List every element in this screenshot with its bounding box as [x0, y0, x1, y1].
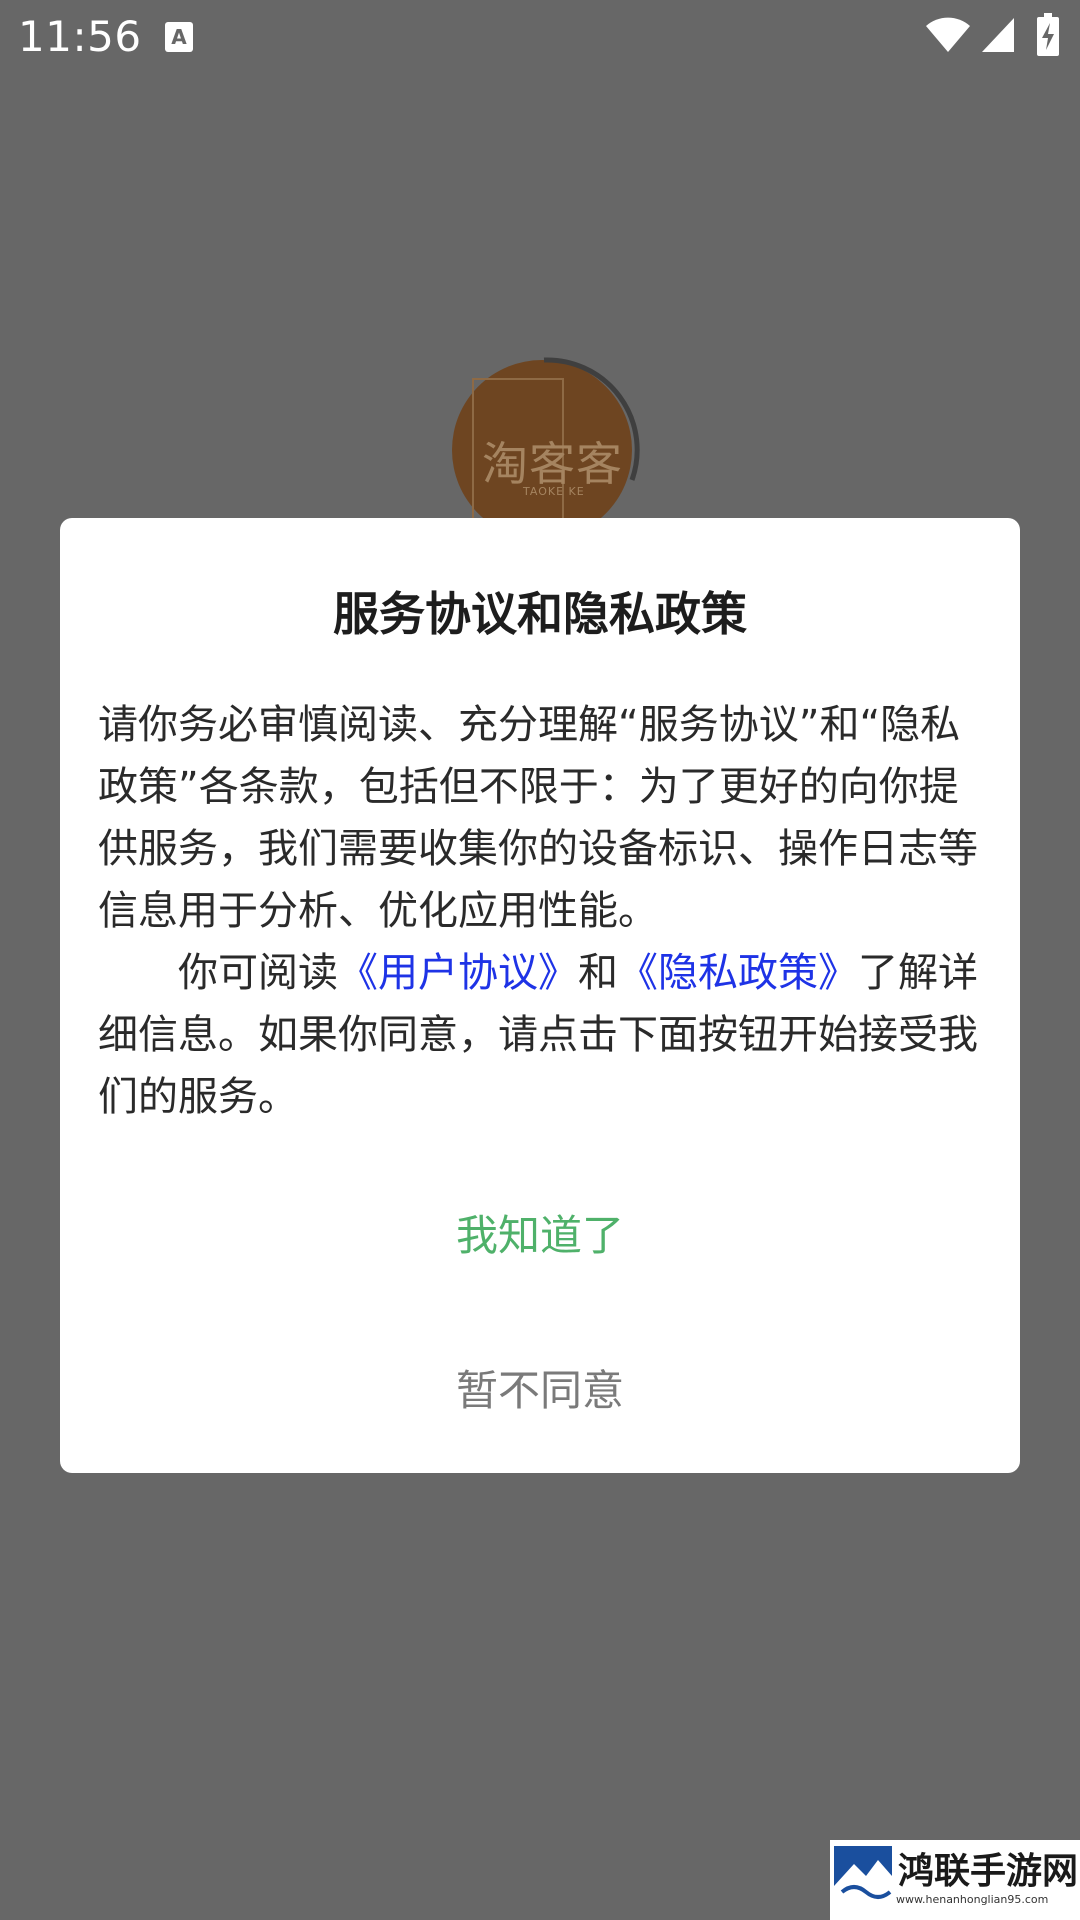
- paragraph-2-conjunction: 和: [578, 950, 618, 996]
- acknowledge-button[interactable]: 我知道了: [60, 1188, 1020, 1284]
- notification-glyph: A: [171, 25, 187, 49]
- cell-signal-icon: [982, 18, 1014, 52]
- dialog-body: 请你务必审慎阅读、充分理解“服务协议”和“隐私政策”各条款，包括但不限于：为了更…: [98, 694, 988, 1128]
- wifi-icon: [926, 17, 970, 52]
- paragraph-2-prefix: 你可阅读: [178, 950, 338, 996]
- logo-subtext: TAOKE KE: [523, 485, 585, 498]
- dialog-title: 服务协议和隐私政策: [333, 587, 747, 641]
- privacy-dialog: 服务协议和隐私政策 请你务必审慎阅读、充分理解“服务协议”和“隐私政策”各条款，…: [60, 518, 1020, 1473]
- watermark-url: www.henanhonglian95.com: [896, 1893, 1049, 1906]
- app-logo: 淘客客 TAOKE KE: [452, 357, 640, 540]
- user-agreement-link[interactable]: 《用户协议》: [338, 950, 578, 996]
- watermark-logo-icon: [834, 1846, 892, 1904]
- dialog-paragraph-2: 你可阅读《用户协议》和《隐私政策》了解详细信息。如果你同意，请点击下面按钮开始接…: [98, 942, 988, 1128]
- decline-button[interactable]: 暂不同意: [60, 1343, 1020, 1439]
- watermark-title: 鸿联手游网: [898, 1851, 1079, 1892]
- watermark: 鸿联手游网 www.henanhonglian95.com: [830, 1840, 1080, 1920]
- privacy-policy-link[interactable]: 《隐私政策》: [618, 950, 858, 996]
- status-bar: 11:56 A: [0, 0, 1080, 72]
- status-time: 11:56: [18, 12, 142, 61]
- notification-icon: A: [165, 22, 193, 52]
- battery-charging-icon: [1037, 13, 1059, 56]
- dialog-paragraph-1: 请你务必审慎阅读、充分理解“服务协议”和“隐私政策”各条款，包括但不限于：为了更…: [98, 702, 978, 934]
